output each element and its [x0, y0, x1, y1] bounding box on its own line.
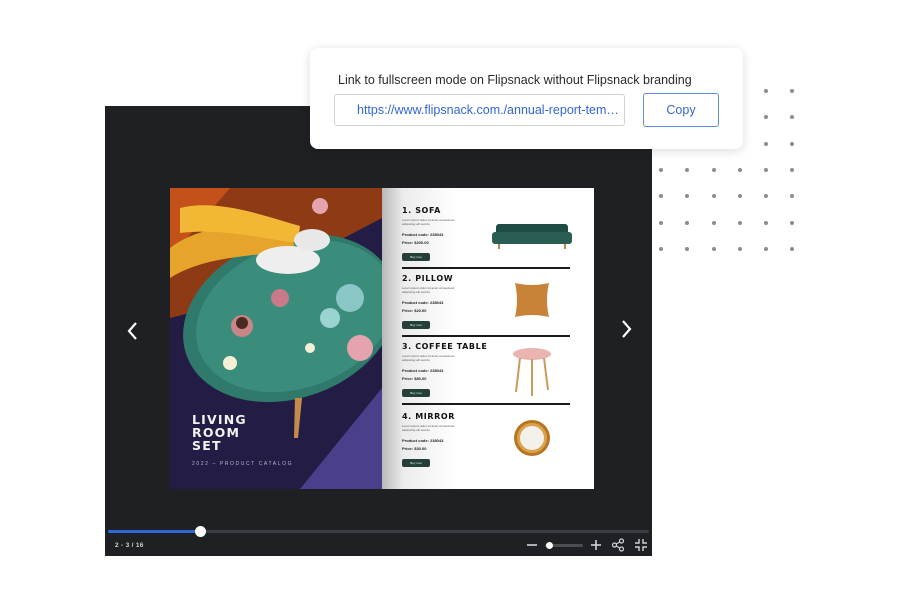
cover-subtitle: 2022 – PRODUCT CATALOG: [192, 461, 294, 467]
dot: [790, 247, 794, 251]
page-progress-slider[interactable]: [108, 526, 649, 537]
dot: [685, 247, 689, 251]
dot: [685, 168, 689, 172]
product-description: Lorem ipsum dolor sit amet consectetur a…: [402, 218, 455, 226]
product-price: Price: $200.00: [402, 240, 429, 245]
buy-now-button[interactable]: Buy now: [402, 321, 430, 329]
product-code: Product code: 238043: [402, 368, 444, 373]
divider: [402, 403, 570, 405]
dot: [685, 221, 689, 225]
zoom-out-button[interactable]: [525, 538, 539, 552]
viewer-controls: 2 - 3 / 16: [105, 526, 652, 556]
buy-now-button[interactable]: Buy now: [402, 253, 430, 261]
pillow-image: [515, 283, 549, 317]
divider: [402, 335, 570, 337]
dot: [712, 168, 716, 172]
dot: [790, 221, 794, 225]
dot: [790, 89, 794, 93]
fullscreen-link-popup: Link to fullscreen mode on Flipsnack wit…: [310, 48, 743, 149]
dot: [659, 194, 663, 198]
product-item-sofa: 1. SOFA Lorem ipsum dolor sit amet conse…: [402, 206, 572, 272]
cover-title: LIVING ROOM SET: [192, 412, 247, 453]
dot: [790, 115, 794, 119]
product-name: 3. COFFEE TABLE: [402, 342, 488, 351]
product-price: Price: $30.00: [402, 446, 427, 451]
dot: [790, 142, 794, 146]
product-code: Product code: 238043: [402, 438, 444, 443]
product-name: 1. SOFA: [402, 206, 441, 215]
product-code: Product code: 238043: [402, 300, 444, 305]
product-name: 4. MIRROR: [402, 412, 456, 421]
dot: [790, 194, 794, 198]
dot: [790, 168, 794, 172]
dot: [712, 221, 716, 225]
dot: [685, 194, 689, 198]
dot: [764, 142, 768, 146]
dot: [738, 247, 742, 251]
dot: [764, 194, 768, 198]
product-item-coffee-table: 3. COFFEE TABLE Lorem ipsum dolor sit am…: [402, 342, 572, 408]
page-indicator: 2 - 3 / 16: [115, 542, 144, 549]
chevron-left-icon: [127, 322, 137, 340]
dot: [738, 194, 742, 198]
exit-fullscreen-icon[interactable]: [634, 538, 648, 552]
copy-button[interactable]: Copy: [643, 93, 719, 127]
popup-label: Link to fullscreen mode on Flipsnack wit…: [338, 73, 692, 87]
dot: [659, 168, 663, 172]
coffee-table-image: [513, 348, 551, 396]
progress-knob[interactable]: [194, 526, 206, 537]
product-description: Lorem ipsum dolor sit amet consectetur a…: [402, 354, 455, 362]
dot: [764, 89, 768, 93]
dot: [659, 221, 663, 225]
sofa-image: [492, 224, 572, 249]
zoom-knob[interactable]: [545, 542, 553, 549]
product-description: Lorem ipsum dolor sit amet consectetur a…: [402, 424, 455, 432]
buy-now-button[interactable]: Buy now: [402, 459, 430, 467]
dot: [738, 168, 742, 172]
dot: [764, 168, 768, 172]
dot: [764, 247, 768, 251]
product-price: Price: $80.00: [402, 376, 427, 381]
product-code: Product code: 238043: [402, 232, 444, 237]
product-item-mirror: 4. MIRROR Lorem ipsum dolor sit amet con…: [402, 412, 572, 478]
dot: [738, 221, 742, 225]
dot: [712, 194, 716, 198]
mirror-image: [514, 420, 550, 456]
flipbook-viewer: LIVING ROOM SET 2022 – PRODUCT CATALOG 1…: [105, 106, 652, 556]
product-description: Lorem ipsum dolor sit amet consectetur a…: [402, 286, 455, 294]
chevron-right-icon: [622, 320, 632, 338]
dot: [764, 115, 768, 119]
product-item-pillow: 2. PILLOW Lorem ipsum dolor sit amet con…: [402, 274, 572, 340]
dot: [659, 247, 663, 251]
dot: [764, 221, 768, 225]
divider: [402, 267, 570, 269]
previous-page-button[interactable]: [121, 316, 145, 346]
next-page-button[interactable]: [614, 314, 638, 344]
share-icon[interactable]: [611, 538, 625, 552]
dot: [712, 247, 716, 251]
product-name: 2. PILLOW: [402, 274, 454, 283]
product-page: 1. SOFA Lorem ipsum dolor sit amet conse…: [382, 188, 594, 489]
flipbook-spread[interactable]: LIVING ROOM SET 2022 – PRODUCT CATALOG 1…: [170, 188, 594, 489]
product-price: Price: $20.00: [402, 308, 427, 313]
progress-fill: [108, 530, 200, 533]
buy-now-button[interactable]: Buy now: [402, 389, 430, 397]
fullscreen-url-field[interactable]: [334, 94, 625, 126]
zoom-slider[interactable]: [545, 542, 583, 549]
cover-page: LIVING ROOM SET 2022 – PRODUCT CATALOG: [170, 188, 382, 489]
zoom-in-button[interactable]: [589, 538, 603, 552]
